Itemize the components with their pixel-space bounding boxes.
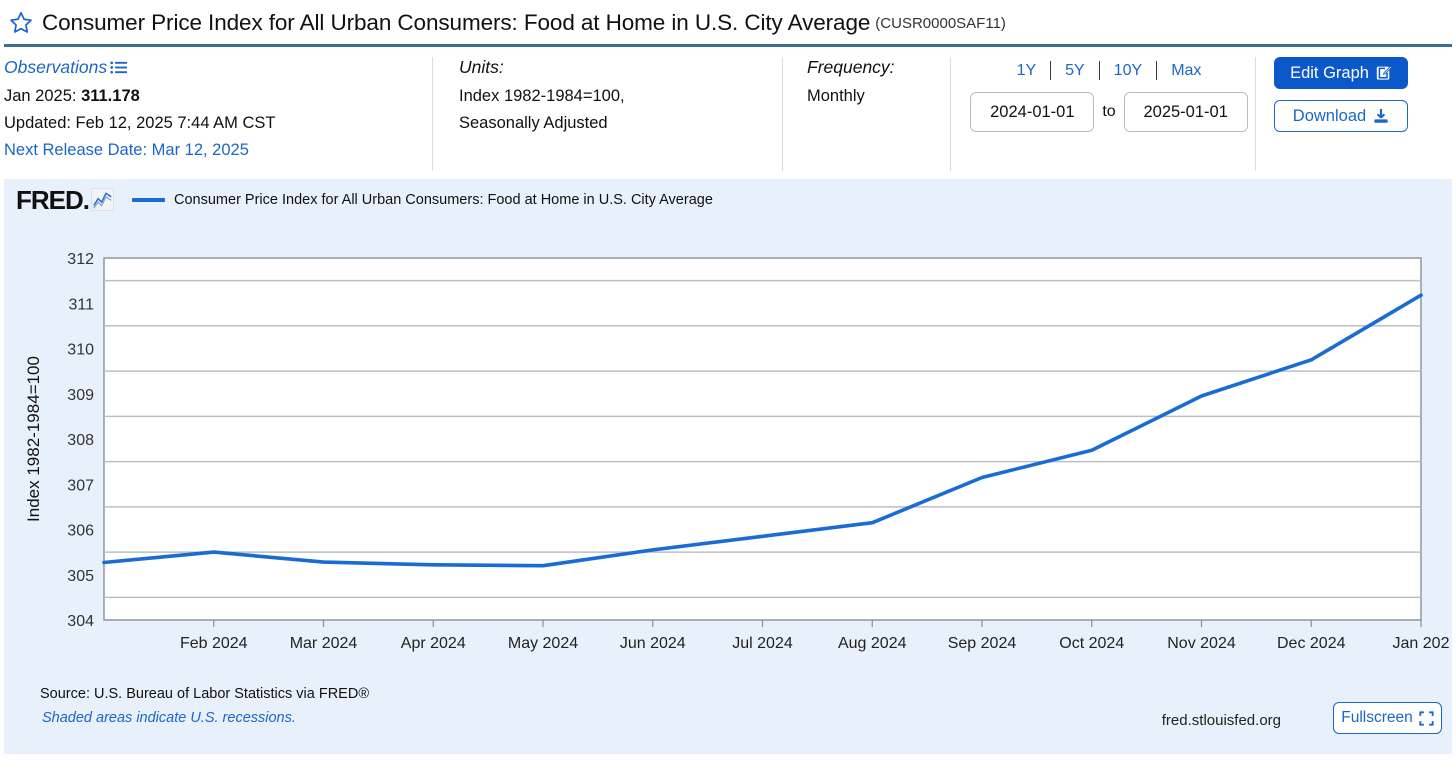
observations-column: Observations Jan 2025: 311.178 Updated: … <box>0 57 432 171</box>
range-max-button[interactable]: Max <box>1157 62 1215 80</box>
download-button[interactable]: Download <box>1274 100 1408 132</box>
x-tick-label: Aug 2024 <box>838 635 907 652</box>
series-meta-strip: Observations Jan 2025: 311.178 Updated: … <box>0 47 1456 171</box>
x-axis-ticks <box>213 620 1422 627</box>
y-tick-label: 310 <box>67 342 94 359</box>
frequency-heading: Frequency: <box>807 57 895 77</box>
frequency-column: Frequency: Monthly <box>782 57 950 171</box>
fred-chart-icon <box>91 188 115 211</box>
y-tick-label: 304 <box>67 613 94 630</box>
page-title: Consumer Price Index for All Urban Consu… <box>42 10 871 35</box>
download-icon <box>1374 109 1388 123</box>
graph-footer: Source: U.S. Bureau of Labor Statistics … <box>4 680 1452 754</box>
page-title-bar: Consumer Price Index for All Urban Consu… <box>0 0 1456 38</box>
date-range-to-label: to <box>1102 103 1116 120</box>
date-range-inputs: to <box>963 92 1255 132</box>
x-tick-label: Jan 202 <box>1393 635 1450 652</box>
units-heading: Units: <box>459 57 504 77</box>
y-tick-label: 311 <box>68 296 94 313</box>
actions-column: Edit Graph Download <box>1255 57 1456 171</box>
plot-area[interactable]: 304 305 306 307 308 309 310 311 312 Feb 2024 Mar … <box>4 213 1452 713</box>
y-tick-label: 308 <box>67 432 94 449</box>
next-release-date[interactable]: Next Release Date: Mar 12, 2025 <box>4 137 432 164</box>
x-tick-label: Apr 2024 <box>401 635 466 652</box>
star-outline-icon[interactable] <box>8 10 34 36</box>
x-tick-label: Jun 2024 <box>620 635 686 652</box>
graph-panel: FRED. Consumer Price Index for All Urban… <box>4 179 1452 754</box>
x-tick-label: Sep 2024 <box>948 635 1017 652</box>
y-axis-tick-labels: 304 305 306 307 308 309 310 311 312 <box>67 251 94 630</box>
latest-observation-value: 311.178 <box>81 87 140 105</box>
fred-logo-text: FRED <box>16 184 84 215</box>
latest-observation-date: Jan 2025: <box>4 87 82 105</box>
x-tick-label: Jul 2024 <box>732 635 793 652</box>
fullscreen-icon <box>1419 710 1434 726</box>
source-note: Source: U.S. Bureau of Labor Statistics … <box>40 686 370 702</box>
x-tick-label: May 2024 <box>508 635 578 652</box>
y-tick-label: 305 <box>67 568 94 585</box>
start-date-input[interactable] <box>970 92 1095 132</box>
latest-observation: Jan 2025: 311.178 <box>4 83 432 110</box>
units-column: Units: Index 1982-1984=100, Seasonally A… <box>432 57 782 171</box>
edit-graph-label: Edit Graph <box>1290 63 1369 82</box>
observations-heading[interactable]: Observations <box>4 57 432 78</box>
x-tick-label: Oct 2024 <box>1059 635 1124 652</box>
x-axis-tick-labels: Feb 2024 Mar 2024 Apr 2024 May 2024 Jun 2024… <box>180 635 1450 652</box>
fred-logo-dot: . <box>82 184 90 215</box>
recession-note[interactable]: Shaded areas indicate U.S. recessions. <box>42 710 296 726</box>
series-id: (CUSR0000SAF11) <box>875 14 1006 32</box>
x-tick-label: Mar 2024 <box>290 635 358 652</box>
download-label: Download <box>1292 106 1367 125</box>
fullscreen-button[interactable]: Fullscreen <box>1333 702 1442 734</box>
line-chart-svg: 304 305 306 307 308 309 310 311 312 Feb 2024 Mar … <box>24 251 1450 652</box>
y-axis-title: Index 1982-1984=100 <box>24 356 43 522</box>
y-tick-label: 306 <box>67 523 94 540</box>
updated-timestamp: Updated: Feb 12, 2025 7:44 AM CST <box>4 114 276 132</box>
fullscreen-label: Fullscreen <box>1341 709 1413 726</box>
range-10y-button[interactable]: 10Y <box>1100 62 1156 80</box>
edit-pencil-icon <box>1376 65 1392 80</box>
fred-logo: FRED. <box>16 184 90 215</box>
units-line-2: Seasonally Adjusted <box>459 114 608 132</box>
plot-background <box>103 257 1422 621</box>
frequency-value: Monthly <box>807 87 865 105</box>
range-5y-button[interactable]: 5Y <box>1051 62 1099 80</box>
x-tick-label: Dec 2024 <box>1277 635 1346 652</box>
y-tick-label: 307 <box>67 477 94 494</box>
legend-series-label: Consumer Price Index for All Urban Consu… <box>174 191 713 208</box>
list-icon <box>110 61 128 74</box>
y-tick-label: 312 <box>67 251 94 268</box>
x-tick-label: Feb 2024 <box>180 635 248 652</box>
range-1y-button[interactable]: 1Y <box>1003 62 1051 80</box>
legend-color-swatch <box>132 197 166 202</box>
edit-graph-button[interactable]: Edit Graph <box>1274 57 1408 89</box>
fred-url: fred.stlouisfed.org <box>1161 712 1281 729</box>
graph-legend: FRED. Consumer Price Index for All Urban… <box>4 179 1452 213</box>
units-line-1: Index 1982-1984=100, <box>459 87 625 105</box>
date-range-column: 1Y 5Y 10Y Max to <box>950 57 1255 171</box>
y-tick-label: 309 <box>67 387 94 404</box>
end-date-input[interactable] <box>1123 92 1248 132</box>
observations-heading-label: Observations <box>4 57 108 77</box>
quick-range-group: 1Y 5Y 10Y Max <box>963 61 1255 80</box>
x-tick-label: Nov 2024 <box>1167 635 1236 652</box>
